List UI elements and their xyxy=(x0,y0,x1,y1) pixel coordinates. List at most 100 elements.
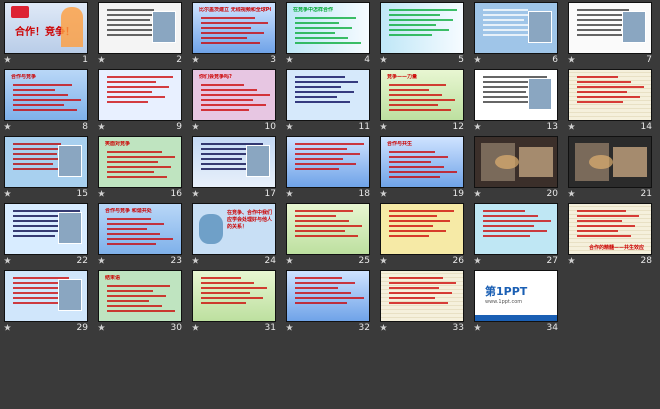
text-line xyxy=(107,96,165,98)
slide-thumbnail[interactable]: 笑面对竞争 xyxy=(98,136,182,188)
text-line xyxy=(295,168,339,170)
slide-thumbnail[interactable]: 比尔盖茨建立 无线视频和全球PC业务 xyxy=(192,2,276,54)
slide-thumbnail[interactable] xyxy=(568,136,652,188)
slide-cell: 7 xyxy=(568,2,656,68)
transition-icon xyxy=(380,257,387,264)
text-line xyxy=(201,84,244,86)
transition-icon xyxy=(380,56,387,63)
slide-number: 29 xyxy=(76,323,88,333)
slide-cell: 2 xyxy=(98,2,186,68)
transition-icon xyxy=(380,123,387,130)
slide-thumbnail[interactable]: 在竞争、合作中我们应学会处理好与他人的关系！ xyxy=(192,203,276,255)
text-line xyxy=(389,225,433,227)
slide-number: 27 xyxy=(546,256,558,266)
text-line xyxy=(295,158,343,160)
text-line xyxy=(295,277,342,279)
slide-thumbnail[interactable] xyxy=(380,2,464,54)
slide-number: 28 xyxy=(640,256,652,266)
text-line xyxy=(107,305,162,307)
slide-thumbnail[interactable] xyxy=(474,69,558,121)
text-line xyxy=(577,101,623,103)
text-line xyxy=(483,34,533,36)
slide-thumbnail[interactable]: 结束语 xyxy=(98,270,182,322)
slide-number: 8 xyxy=(82,122,88,132)
slide-thumbnail[interactable]: 合作与竞争 xyxy=(4,69,88,121)
transition-icon xyxy=(4,257,11,264)
text-line xyxy=(483,210,525,212)
transition-icon xyxy=(98,123,105,130)
text-line xyxy=(577,86,644,88)
slide-thumbnail[interactable] xyxy=(474,203,558,255)
transition-icon xyxy=(568,190,575,197)
slide-cell: 合作的精髓——共生效应 28 xyxy=(568,203,656,269)
slide-cell: 竞争——力量 12 xyxy=(380,69,468,135)
slide-thumbnail[interactable]: 在竞争中怎样合作 xyxy=(286,2,370,54)
slide-thumbnail[interactable] xyxy=(98,2,182,54)
slide-number: 30 xyxy=(170,323,182,333)
slide-title: 结束语 xyxy=(105,275,121,281)
text-line xyxy=(295,153,360,155)
slide-cell: 29 xyxy=(4,270,92,336)
transition-icon xyxy=(286,123,293,130)
slide-thumbnail[interactable]: 合作与共生 xyxy=(380,136,464,188)
slide-thumbnail[interactable] xyxy=(286,136,370,188)
text-line xyxy=(13,163,53,165)
slide-title: 笑面对竞争 xyxy=(105,141,131,147)
image-block xyxy=(152,11,176,43)
slide-cell: 6 xyxy=(474,2,562,68)
slide-number: 33 xyxy=(452,323,464,333)
text-line xyxy=(389,235,429,237)
slide-cell: 合作与竞争 和谐共处 23 xyxy=(98,203,186,269)
slide-cell: 14 xyxy=(568,69,656,135)
slide-thumbnail[interactable]: 合作！竞争！ xyxy=(4,2,88,54)
text-line xyxy=(201,37,247,39)
text-line xyxy=(295,235,358,237)
text-line xyxy=(107,310,175,312)
slide-thumbnail[interactable] xyxy=(192,270,276,322)
text-line xyxy=(107,223,164,225)
text-line xyxy=(389,94,442,96)
slide-thumbnail[interactable] xyxy=(4,203,88,255)
text-line xyxy=(577,220,622,222)
transition-icon xyxy=(98,324,105,331)
slide-thumbnail[interactable] xyxy=(474,136,558,188)
slide-thumbnail[interactable] xyxy=(98,69,182,121)
slide-thumbnail[interactable] xyxy=(568,2,652,54)
text-line xyxy=(107,285,170,287)
footer-bar xyxy=(475,315,557,321)
slide-thumbnail[interactable]: 合作与竞争 和谐共处 xyxy=(98,203,182,255)
text-line xyxy=(389,220,450,222)
text-line xyxy=(201,109,249,111)
transition-icon xyxy=(474,324,481,331)
slide-thumbnail[interactable]: 第1PPT www.1ppt.com xyxy=(474,270,558,322)
text-line xyxy=(295,282,355,284)
transition-icon xyxy=(568,123,575,130)
slide-thumbnail[interactable]: 你们会竞争吗? xyxy=(192,69,276,121)
slide-thumbnail[interactable] xyxy=(4,270,88,322)
slide-number: 9 xyxy=(176,122,182,132)
slide-cell: 第1PPT www.1ppt.com 34 xyxy=(474,270,562,336)
slide-thumbnail[interactable] xyxy=(286,69,370,121)
slide-thumbnail[interactable] xyxy=(568,69,652,121)
slide-number: 31 xyxy=(264,323,276,333)
text-line xyxy=(295,27,352,29)
slide-thumbnail[interactable]: 竞争——力量 xyxy=(380,69,464,121)
text-line xyxy=(389,19,453,21)
slide-thumbnail[interactable] xyxy=(286,203,370,255)
slide-cell: 比尔盖茨建立 无线视频和全球PC业务 3 xyxy=(192,2,280,68)
slide-number: 20 xyxy=(546,189,558,199)
text-line xyxy=(201,292,250,294)
slide-thumbnail[interactable]: 合作的精髓——共生效应 xyxy=(568,203,652,255)
slide-number: 4 xyxy=(364,55,370,65)
slide-thumbnail[interactable] xyxy=(380,203,464,255)
text-line xyxy=(107,86,169,88)
transition-icon xyxy=(98,190,105,197)
text-line xyxy=(107,19,150,21)
slide-thumbnail[interactable] xyxy=(192,136,276,188)
slide-thumbnail[interactable] xyxy=(380,270,464,322)
slide-thumbnail[interactable] xyxy=(4,136,88,188)
slide-thumbnail[interactable] xyxy=(286,270,370,322)
slide-thumbnail[interactable] xyxy=(474,2,558,54)
transition-icon xyxy=(380,190,387,197)
slide-number: 14 xyxy=(640,122,652,132)
